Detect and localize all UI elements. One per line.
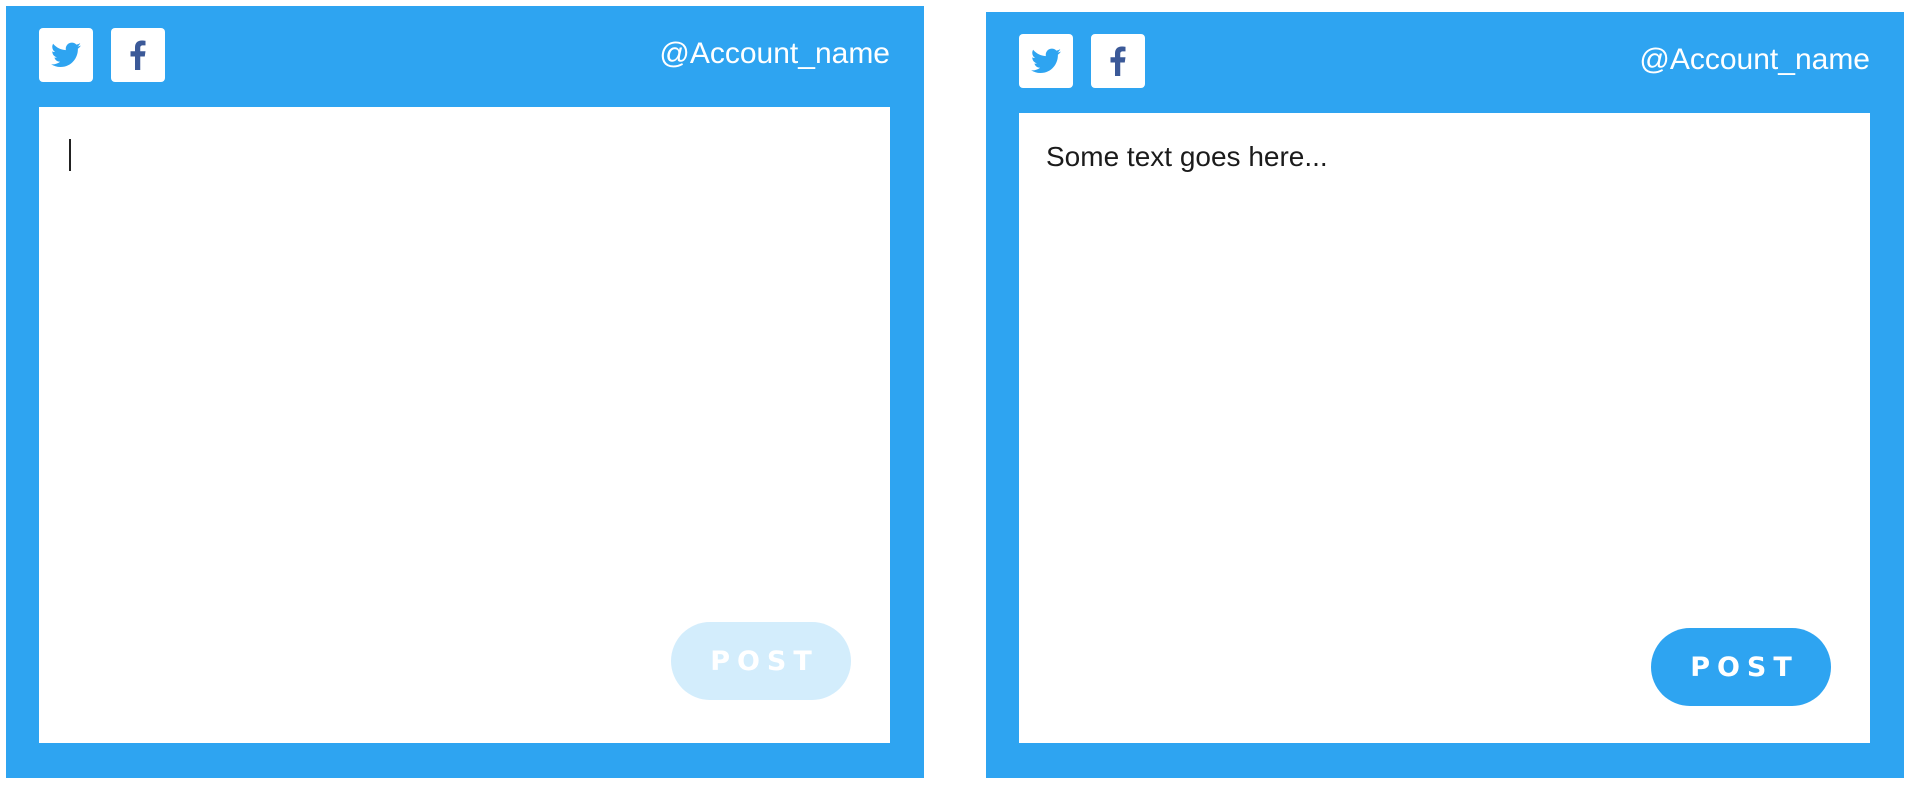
facebook-button[interactable] <box>1091 34 1145 88</box>
twitter-icon <box>51 42 81 68</box>
compose-text: Some text goes here... <box>1046 141 1328 172</box>
account-name: @Account_name <box>1639 43 1870 76</box>
post-button[interactable]: POST <box>1651 628 1831 706</box>
composer-panel-filled: @Account_name Some text goes here... POS… <box>986 12 1904 778</box>
facebook-button[interactable] <box>111 28 165 82</box>
composer-panel-empty: @Account_name POST <box>6 6 924 778</box>
compose-textarea[interactable]: POST <box>39 107 890 743</box>
facebook-icon <box>130 40 146 70</box>
twitter-icon <box>1031 48 1061 74</box>
twitter-button[interactable] <box>39 28 93 82</box>
compose-textarea[interactable]: Some text goes here... POST <box>1019 113 1870 743</box>
account-name: @Account_name <box>659 37 890 70</box>
facebook-icon <box>1110 46 1126 76</box>
twitter-button[interactable] <box>1019 34 1073 88</box>
post-button-disabled[interactable]: POST <box>671 622 851 700</box>
text-cursor <box>69 139 71 171</box>
